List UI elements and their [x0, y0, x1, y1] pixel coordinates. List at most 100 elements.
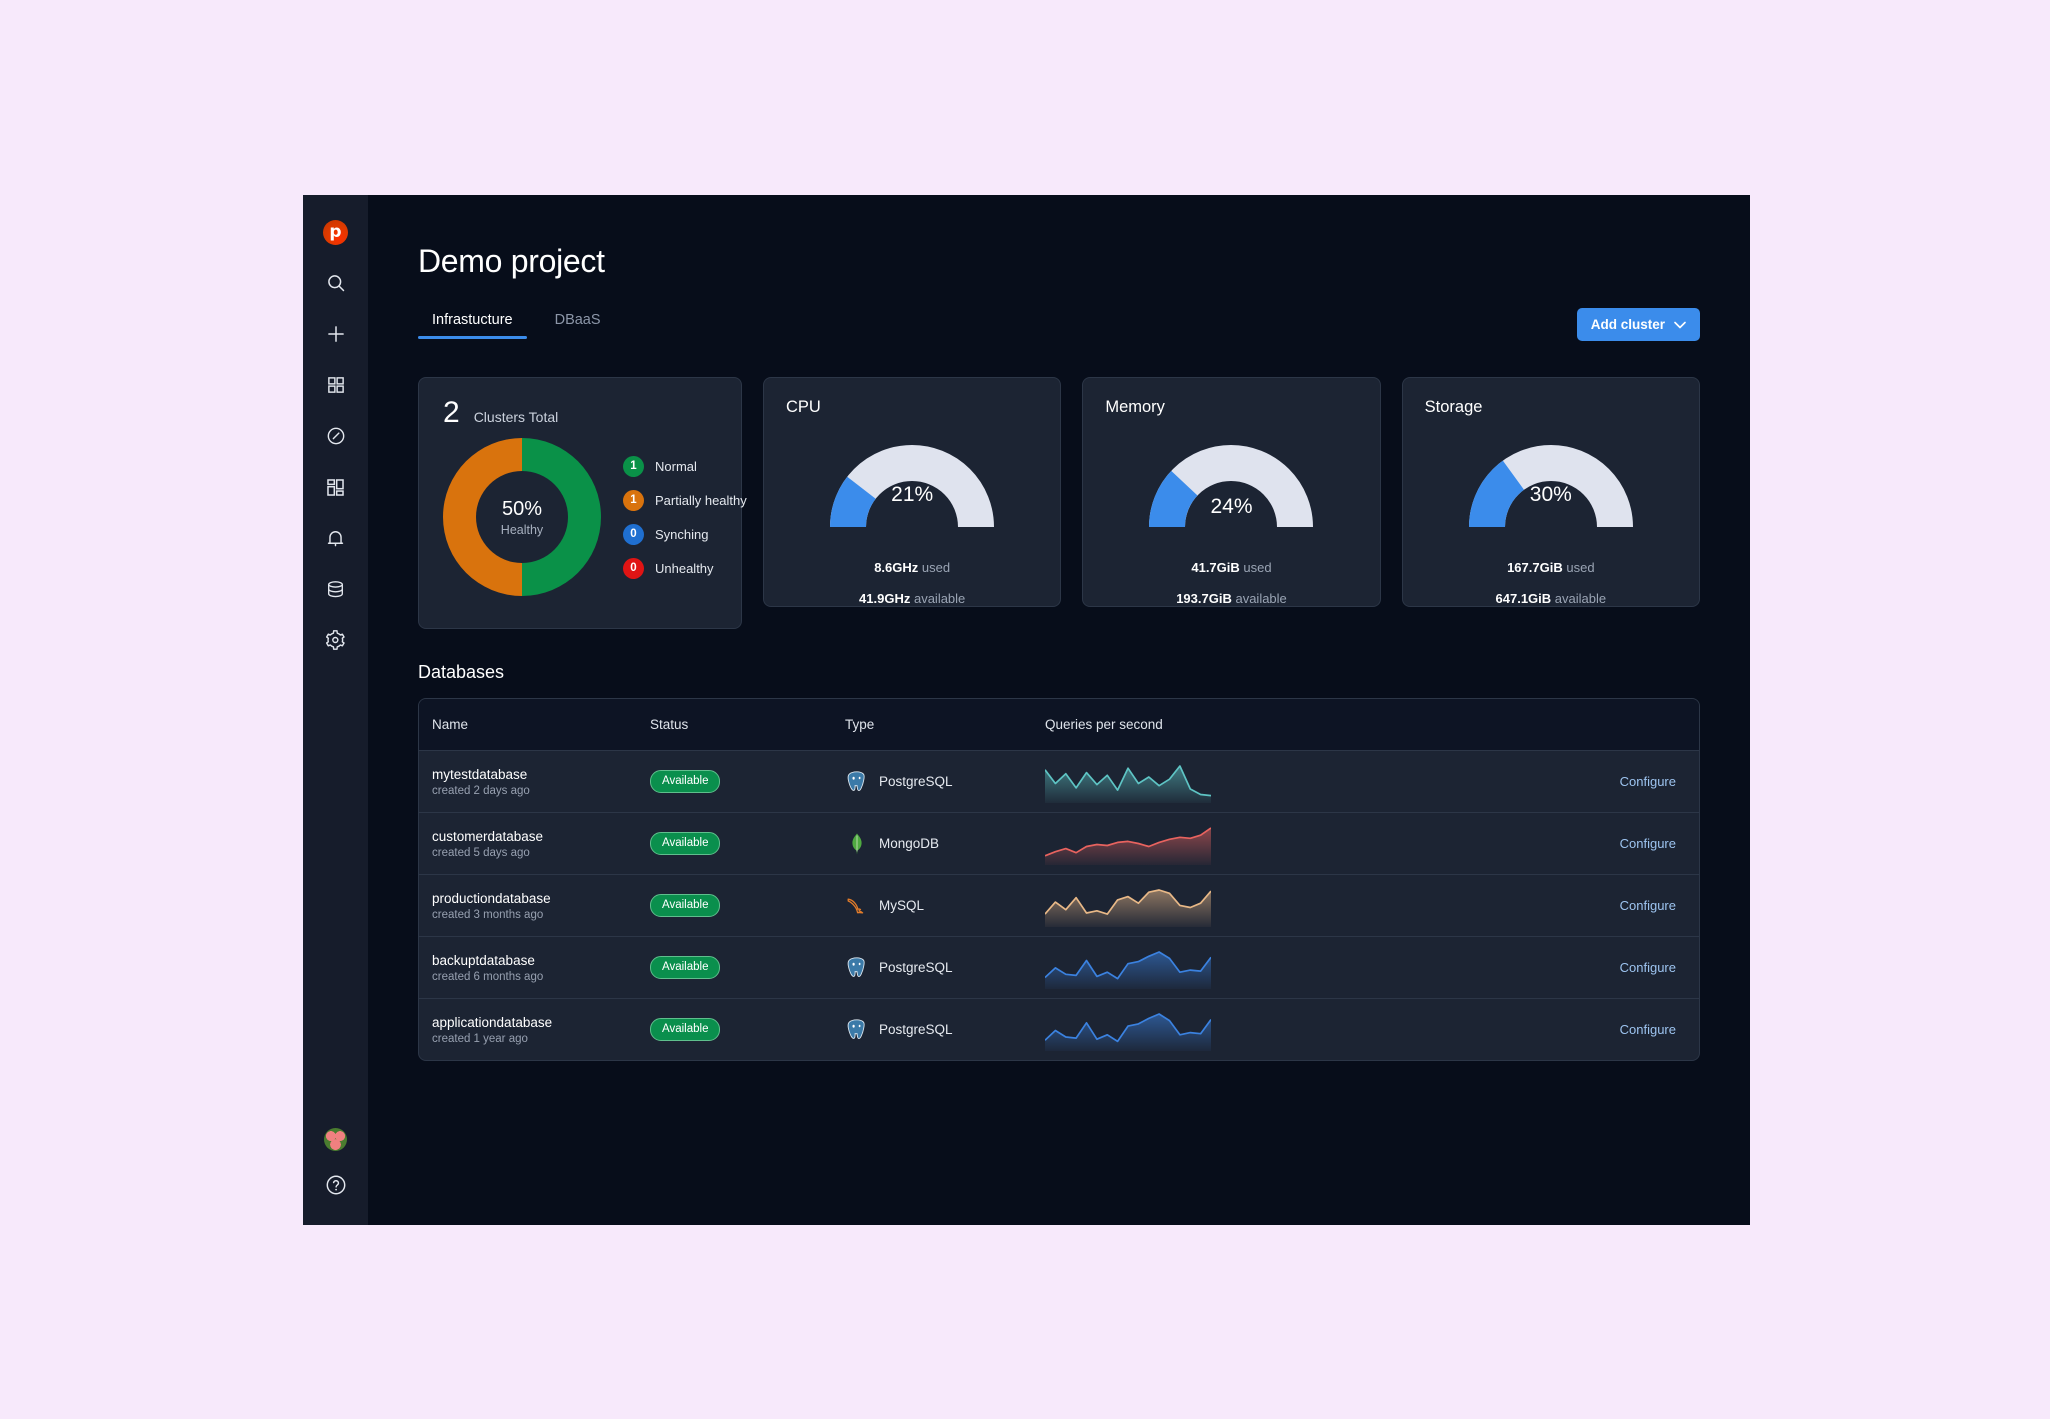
avatar[interactable]	[324, 1128, 347, 1151]
sidebar-bottom	[303, 1128, 368, 1203]
cell-name: applicationdatabase created 1 year ago	[432, 1015, 650, 1045]
table-header-row: Name Status Type Queries per second	[419, 699, 1699, 750]
postgresql-icon	[847, 770, 865, 791]
help-icon[interactable]	[318, 1167, 354, 1203]
database-name: productiondatabase	[432, 890, 551, 906]
gauge-percent-label: 24%	[1210, 495, 1253, 518]
cell-status: Available	[650, 832, 845, 855]
gauge-used: 41.7GiB used	[1105, 560, 1357, 575]
gauge-used: 167.7GiB used	[1425, 560, 1677, 575]
gauge-chart: 30%	[1425, 431, 1677, 544]
legend-count-badge: 0	[623, 523, 644, 545]
postgresql-icon	[847, 1018, 865, 1039]
table-body: mytestdatabase created 2 days ago Availabl…	[419, 750, 1699, 1060]
grid-icon[interactable]	[318, 367, 354, 403]
tab-list: Infrastucture DBaaS	[418, 308, 615, 339]
status-badge: Available	[650, 770, 721, 793]
legend-label: Normal	[655, 458, 697, 474]
search-icon[interactable]	[318, 265, 354, 301]
mysql-icon	[847, 898, 864, 913]
gauge-arc	[1149, 445, 1314, 528]
gauge-card-storage: Storage 30% 167.7GiB used 647.1GiB avail…	[1401, 377, 1700, 607]
gauge-percent-label: 30%	[1529, 483, 1572, 506]
donut-center: 50% Healthy	[476, 471, 568, 563]
gauge-used-label: used	[921, 560, 951, 575]
configure-link[interactable]: Configure	[1620, 898, 1676, 913]
chevron-down-icon	[1674, 317, 1686, 332]
database-type-label: PostgreSQL	[879, 1022, 953, 1037]
gauge-available-label: available	[1554, 591, 1607, 606]
gauge-available: 647.1GiB available	[1425, 591, 1677, 606]
postgresql-icon	[847, 956, 865, 977]
clusters-total-card: 2 Clusters Total 50% Healthy 1 Normal 1 Par…	[418, 377, 747, 629]
database-created: created 2 days ago	[432, 784, 530, 797]
clusters-legend: 1 Normal 1 Partially healthy 0 Synching 0 Unhea…	[609, 455, 747, 579]
app-logo[interactable]: p	[318, 214, 354, 250]
tab-infrastructure[interactable]: Infrastucture	[418, 308, 527, 339]
legend-count-badge: 1	[623, 455, 644, 477]
configure-link[interactable]: Configure	[1620, 774, 1676, 789]
dashboard-icon[interactable]	[318, 469, 354, 505]
status-badge: Available	[650, 956, 721, 979]
add-cluster-button[interactable]: Add cluster	[1576, 308, 1700, 341]
gauge-available: 193.7GiB available	[1105, 591, 1357, 606]
legend-count-badge: 1	[623, 489, 644, 511]
qps-sparkline	[1045, 764, 1211, 803]
table-row[interactable]: customerdatabase created 5 days ago Availa…	[419, 812, 1699, 874]
sparkline-area	[1045, 827, 1211, 865]
table-row[interactable]: mytestdatabase created 2 days ago Availabl…	[419, 750, 1699, 812]
configure-link[interactable]: Configure	[1620, 960, 1676, 975]
database-type-label: PostgreSQL	[879, 960, 953, 975]
table-row[interactable]: productiondatabase created 3 months ago Av…	[419, 874, 1699, 936]
configure-link[interactable]: Configure	[1620, 1022, 1676, 1037]
add-icon[interactable]	[318, 316, 354, 352]
gauge-title: Memory	[1105, 398, 1165, 416]
database-created: created 6 months ago	[432, 970, 544, 983]
gauge-available-value: 647.1GiB	[1495, 591, 1552, 606]
gauge-available-label: available	[913, 591, 966, 606]
gauge-used-label: used	[1566, 560, 1595, 575]
status-badge: Available	[650, 1018, 721, 1041]
gauge-used-value: 167.7GiB	[1507, 560, 1563, 575]
compass-icon[interactable]	[318, 418, 354, 454]
cell-action: Configure	[1581, 959, 1686, 977]
tab-dbaas[interactable]: DBaaS	[541, 308, 615, 339]
table-row[interactable]: applicationdatabase created 1 year ago Ava…	[419, 998, 1699, 1060]
gauge-title: Storage	[1424, 398, 1483, 416]
cell-status: Available	[650, 894, 845, 917]
cell-action: Configure	[1581, 897, 1686, 915]
sparkline-area	[1045, 765, 1211, 803]
table-row[interactable]: backuptdatabase created 6 months ago Avail…	[419, 936, 1699, 998]
cell-name: backuptdatabase created 6 months ago	[432, 953, 650, 983]
legend-item: 0 Synching	[623, 523, 747, 545]
cell-type: PostgreSQL	[845, 1018, 1045, 1042]
databases-heading: Databases	[418, 662, 505, 682]
database-created: created 5 days ago	[432, 846, 530, 859]
qps-sparkline	[1045, 950, 1211, 989]
column-header-name: Name	[432, 717, 469, 732]
legend-item: 0 Unhealthy	[623, 557, 747, 579]
database-type-label: MySQL	[879, 898, 925, 913]
clusters-count: 2	[443, 396, 460, 429]
database-type-label: MongoDB	[879, 836, 940, 851]
donut-percent: 50%	[501, 497, 543, 520]
sparkline-area	[1045, 889, 1211, 927]
qps-sparkline	[1045, 826, 1211, 865]
bell-icon[interactable]	[318, 520, 354, 556]
cell-action: Configure	[1581, 1021, 1686, 1039]
database-created: created 1 year ago	[432, 1032, 528, 1045]
gauge-available-value: 193.7GiB	[1176, 591, 1232, 606]
column-header-type: Type	[845, 717, 875, 732]
page-title: Demo project	[418, 243, 605, 279]
logo-letter: p	[323, 219, 348, 245]
database-icon[interactable]	[318, 571, 354, 607]
configure-link[interactable]: Configure	[1620, 836, 1676, 851]
cell-qps	[1045, 1009, 1581, 1051]
cell-action: Configure	[1581, 773, 1686, 791]
status-badge: Available	[650, 894, 721, 917]
legend-item: 1 Partially healthy	[623, 489, 747, 511]
cell-type: MongoDB	[845, 832, 1045, 856]
gauge-card-memory: Memory 24% 41.7GiB used 193.7GiB availab…	[1082, 377, 1381, 607]
legend-label: Partially healthy	[655, 492, 747, 508]
gear-icon[interactable]	[318, 622, 354, 658]
